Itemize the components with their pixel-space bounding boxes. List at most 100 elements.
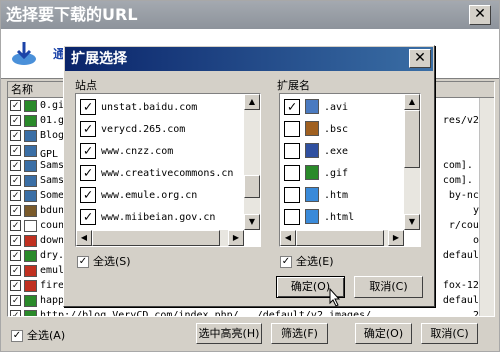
extensions-vscrollbar[interactable]: ▲ ▼ — [404, 94, 420, 230]
select-all-checkbox[interactable]: ✓ 全选(A) — [11, 327, 65, 343]
extension-label: .avi — [324, 102, 349, 113]
extension-label: .htm — [324, 190, 349, 201]
scroll-down-arrow-icon[interactable]: ▼ — [244, 214, 260, 230]
url-list-scrollbar[interactable] — [479, 98, 494, 316]
checkbox-checked-icon[interactable]: ✓ — [80, 99, 96, 115]
highlight-selected-button[interactable]: 选中高亮(H) — [196, 323, 262, 344]
link-file-icon — [24, 175, 37, 187]
bottom-bar: ✓ 全选(A) 选中高亮(H) 筛选(F) 确定(O) 取消(C) — [1, 319, 499, 351]
checkbox-checked-icon[interactable]: ✓ — [10, 130, 21, 141]
checkbox-checked-icon: ✓ — [280, 256, 292, 268]
checkbox-unchecked-icon[interactable] — [284, 143, 300, 159]
site-label: www.miibeian.gov.cn — [101, 212, 216, 223]
site-label: unstat.baidu.com — [101, 102, 198, 113]
scroll-thumb[interactable] — [92, 230, 220, 246]
checkbox-checked-icon[interactable]: ✓ — [284, 99, 300, 115]
checkbox-checked-icon[interactable]: ✓ — [10, 160, 21, 171]
window-title: 选择要下载的URL — [1, 1, 499, 29]
gif-file-icon — [24, 100, 37, 112]
sites-select-all-checkbox[interactable]: ✓ 全选(S) — [77, 253, 131, 269]
img-file-icon — [24, 205, 37, 217]
htm-file-icon — [305, 187, 319, 202]
bsc-file-icon — [305, 121, 319, 136]
sites-label: 站点 — [75, 79, 97, 92]
gif-file-icon — [24, 250, 37, 262]
extension-select-dialog: 扩展选择 ✕ 站点 扩展名 ✓ unstat.baidu.com ✓ verycd.2… — [63, 45, 435, 307]
checkbox-checked-icon[interactable]: ✓ — [10, 190, 21, 201]
scroll-right-arrow-icon[interactable]: ▶ — [228, 230, 244, 246]
extensions-listbox[interactable]: ✓ .avi .bsc .exe .gif .htm .html ▲ ▼ ◀ ▶ — [279, 93, 421, 247]
site-label: www.creativecommons.cn — [101, 168, 234, 179]
checkbox-checked-icon: ✓ — [77, 256, 89, 268]
site-label: www.emule.org.cn — [101, 190, 198, 201]
checkbox-checked-icon[interactable]: ✓ — [10, 265, 21, 276]
scroll-right-arrow-icon[interactable]: ▶ — [388, 230, 404, 246]
scroll-down-arrow-icon[interactable]: ▼ — [404, 214, 420, 230]
checkbox-checked-icon[interactable]: ✓ — [10, 235, 21, 246]
checkbox-checked-icon[interactable]: ✓ — [80, 165, 96, 181]
checkbox-unchecked-icon[interactable] — [284, 165, 300, 181]
site-label: www.cnzz.com — [101, 146, 174, 157]
checkbox-checked-icon[interactable]: ✓ — [10, 220, 21, 231]
blank-file-icon — [24, 220, 37, 232]
gif-file-icon — [305, 165, 319, 180]
checkbox-checked-icon[interactable]: ✓ — [10, 310, 21, 316]
scroll-up-arrow-icon[interactable]: ▲ — [404, 94, 420, 110]
outer-cancel-button[interactable]: 取消(C) — [421, 323, 478, 344]
checkbox-unchecked-icon[interactable] — [284, 209, 300, 225]
scroll-up-arrow-icon[interactable]: ▲ — [244, 94, 260, 110]
checkbox-checked-icon[interactable]: ✓ — [10, 205, 21, 216]
checkbox-checked-icon[interactable]: ✓ — [10, 115, 21, 126]
extensions-hscrollbar[interactable]: ◀ ▶ — [280, 230, 404, 246]
avi-file-icon — [305, 99, 319, 114]
mouse-pointer-icon — [329, 288, 341, 307]
download-icon — [12, 42, 36, 65]
extension-label: .bsc — [324, 124, 349, 135]
checkbox-checked-icon[interactable]: ✓ — [80, 187, 96, 203]
outer-ok-button[interactable]: 确定(O) — [355, 323, 412, 344]
link-file-icon — [24, 145, 37, 157]
scroll-left-arrow-icon[interactable]: ◀ — [280, 230, 296, 246]
sites-select-all-label: 全选(S) — [93, 255, 131, 268]
exe-file-icon — [305, 143, 319, 158]
checkbox-checked-icon[interactable]: ✓ — [80, 121, 96, 137]
checkbox-checked-icon[interactable]: ✓ — [10, 295, 21, 306]
png-file-icon — [24, 265, 37, 277]
checkbox-checked-icon[interactable]: ✓ — [10, 100, 21, 111]
checkbox-checked-icon[interactable]: ✓ — [10, 145, 21, 156]
checkbox-checked-icon[interactable]: ✓ — [10, 250, 21, 261]
extension-label: .exe — [324, 146, 349, 157]
checkbox-checked-icon: ✓ — [11, 330, 23, 342]
checkbox-checked-icon[interactable]: ✓ — [10, 280, 21, 291]
checkbox-unchecked-icon[interactable] — [284, 121, 300, 137]
extension-label: .gif — [324, 168, 349, 179]
scroll-thumb[interactable] — [244, 175, 260, 198]
site-label: verycd.265.com — [101, 124, 186, 135]
filter-button[interactable]: 筛选(F) — [271, 323, 328, 344]
gif-file-icon — [24, 115, 37, 127]
checkbox-unchecked-icon[interactable] — [284, 187, 300, 203]
sites-listbox[interactable]: ✓ unstat.baidu.com ✓ verycd.265.com ✓ www.cnz… — [75, 93, 261, 247]
checkbox-checked-icon[interactable]: ✓ — [80, 209, 96, 225]
url-list-row[interactable]: ✓ http://blog.VeryCD.com/index.php/.../de… — [8, 309, 494, 317]
gif-file-icon — [24, 295, 37, 307]
scroll-thumb[interactable] — [404, 110, 420, 168]
sites-vscrollbar[interactable]: ▲ ▼ — [244, 94, 260, 230]
row-name: Blog — [40, 130, 65, 141]
link-file-icon — [24, 130, 37, 142]
row-name: Some — [40, 190, 65, 201]
checkbox-checked-icon[interactable]: ✓ — [80, 143, 96, 159]
extensions-select-all-checkbox[interactable]: ✓ 全选(E) — [280, 253, 334, 269]
html-file-icon — [305, 209, 319, 224]
checkbox-checked-icon[interactable]: ✓ — [10, 175, 21, 186]
row-name: http://blog.VeryCD.com/index.php/.../def… — [40, 310, 372, 317]
window-close-button[interactable]: ✕ — [469, 5, 491, 25]
sites-hscrollbar[interactable]: ◀ ▶ — [76, 230, 244, 246]
scroll-left-arrow-icon[interactable]: ◀ — [76, 230, 92, 246]
dialog-cancel-button[interactable]: 取消(C) — [354, 276, 423, 298]
scroll-thumb[interactable] — [296, 230, 384, 246]
link-file-icon — [24, 190, 37, 202]
png-file-icon — [24, 280, 37, 292]
dialog-close-button[interactable]: ✕ — [409, 49, 431, 68]
png-file-icon — [24, 235, 37, 247]
